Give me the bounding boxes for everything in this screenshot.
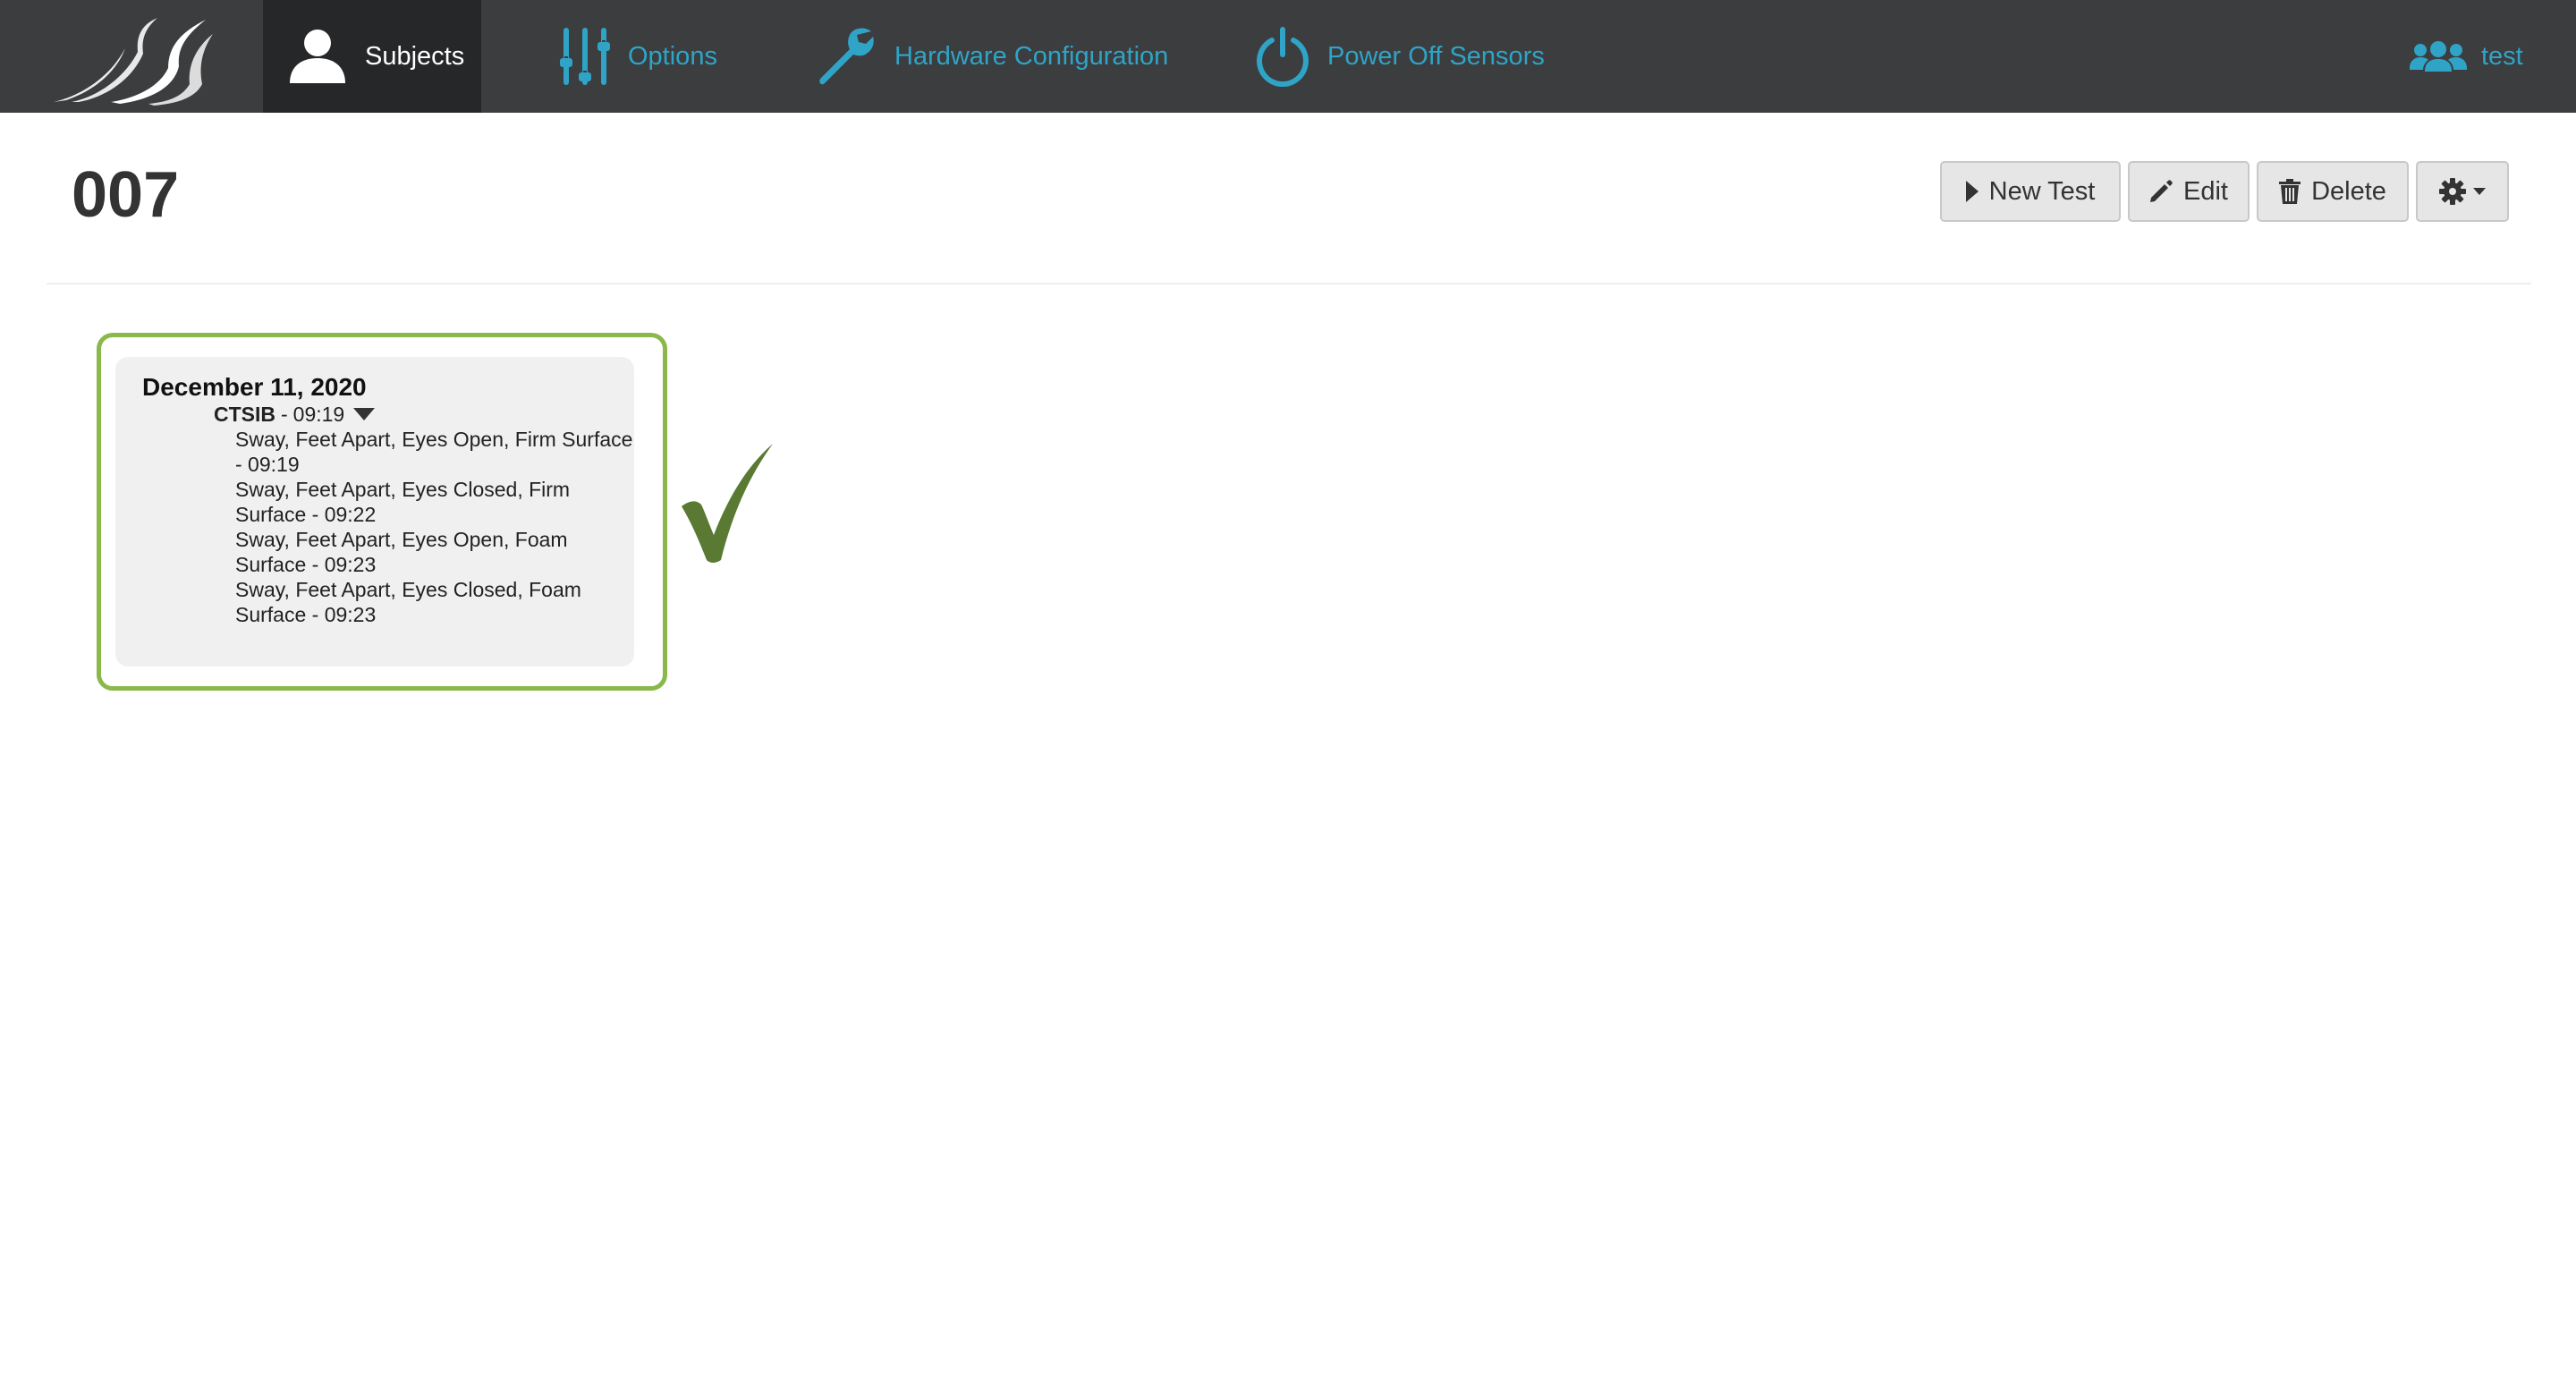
nav-user-menu[interactable]: test (2410, 0, 2523, 113)
trial-item[interactable]: Sway, Feet Apart, Eyes Closed, Firm Surf… (235, 477, 643, 527)
trash-icon (2279, 179, 2301, 204)
top-navbar: Subjects Options Hardware Configuration … (0, 0, 2576, 113)
nav-power-label: Power Off Sensors (1327, 41, 1545, 71)
nav-subjects-label: Subjects (365, 41, 465, 71)
protocol-row[interactable]: CTSIB - 09:19 (214, 402, 634, 427)
trial-item[interactable]: Sway, Feet Apart, Eyes Closed, Foam Surf… (235, 577, 643, 627)
feet-logo-icon (54, 18, 213, 106)
protocol-name: CTSIB (214, 403, 275, 426)
session-card-body: December 11, 2020 CTSIB - 09:19 Sway, Fe… (115, 357, 634, 666)
nav-hardware-configuration[interactable]: Hardware Configuration (816, 0, 1168, 113)
edit-button[interactable]: Edit (2128, 161, 2250, 222)
nav-options[interactable]: Options (560, 0, 717, 113)
play-icon (1965, 181, 1979, 202)
new-test-label: New Test (1988, 176, 2096, 206)
trial-item[interactable]: Sway, Feet Apart, Eyes Open, Firm Surfac… (235, 427, 643, 477)
trial-item[interactable]: Sway, Feet Apart, Eyes Open, Foam Surfac… (235, 527, 643, 577)
pencil-icon (2149, 180, 2173, 203)
wrench-icon (816, 26, 877, 87)
edit-label: Edit (2183, 176, 2228, 206)
page-title: 007 (72, 159, 180, 231)
nav-power-off-sensors[interactable]: Power Off Sensors (1256, 0, 1545, 113)
trial-list: Sway, Feet Apart, Eyes Open, Firm Surfac… (142, 427, 643, 627)
protocol-time: 09:19 (292, 403, 345, 426)
delete-button[interactable]: Delete (2257, 161, 2409, 222)
new-test-button[interactable]: New Test (1940, 161, 2121, 222)
nav-options-label: Options (628, 41, 717, 71)
gear-icon (2439, 178, 2466, 205)
users-icon (2410, 41, 2467, 72)
user-icon (288, 28, 347, 85)
delete-label: Delete (2311, 176, 2386, 206)
session-card[interactable]: December 11, 2020 CTSIB - 09:19 Sway, Fe… (97, 333, 667, 691)
nav-subjects[interactable]: Subjects (263, 0, 481, 113)
settings-dropdown-button[interactable] (2416, 161, 2509, 222)
session-date: December 11, 2020 (142, 373, 367, 401)
caret-down-icon[interactable] (353, 408, 376, 420)
nav-hardware-label: Hardware Configuration (894, 41, 1169, 71)
sliders-icon (560, 26, 610, 87)
brand-logo[interactable] (0, 0, 263, 113)
check-mark-icon (680, 442, 775, 568)
protocol-separator: - (281, 403, 288, 426)
nav-user-label: test (2481, 41, 2523, 71)
power-icon (1256, 26, 1309, 87)
caret-down-icon (2473, 188, 2486, 195)
header-divider (47, 283, 2531, 284)
subject-toolbar: New Test Edit Delete (1940, 161, 2509, 222)
